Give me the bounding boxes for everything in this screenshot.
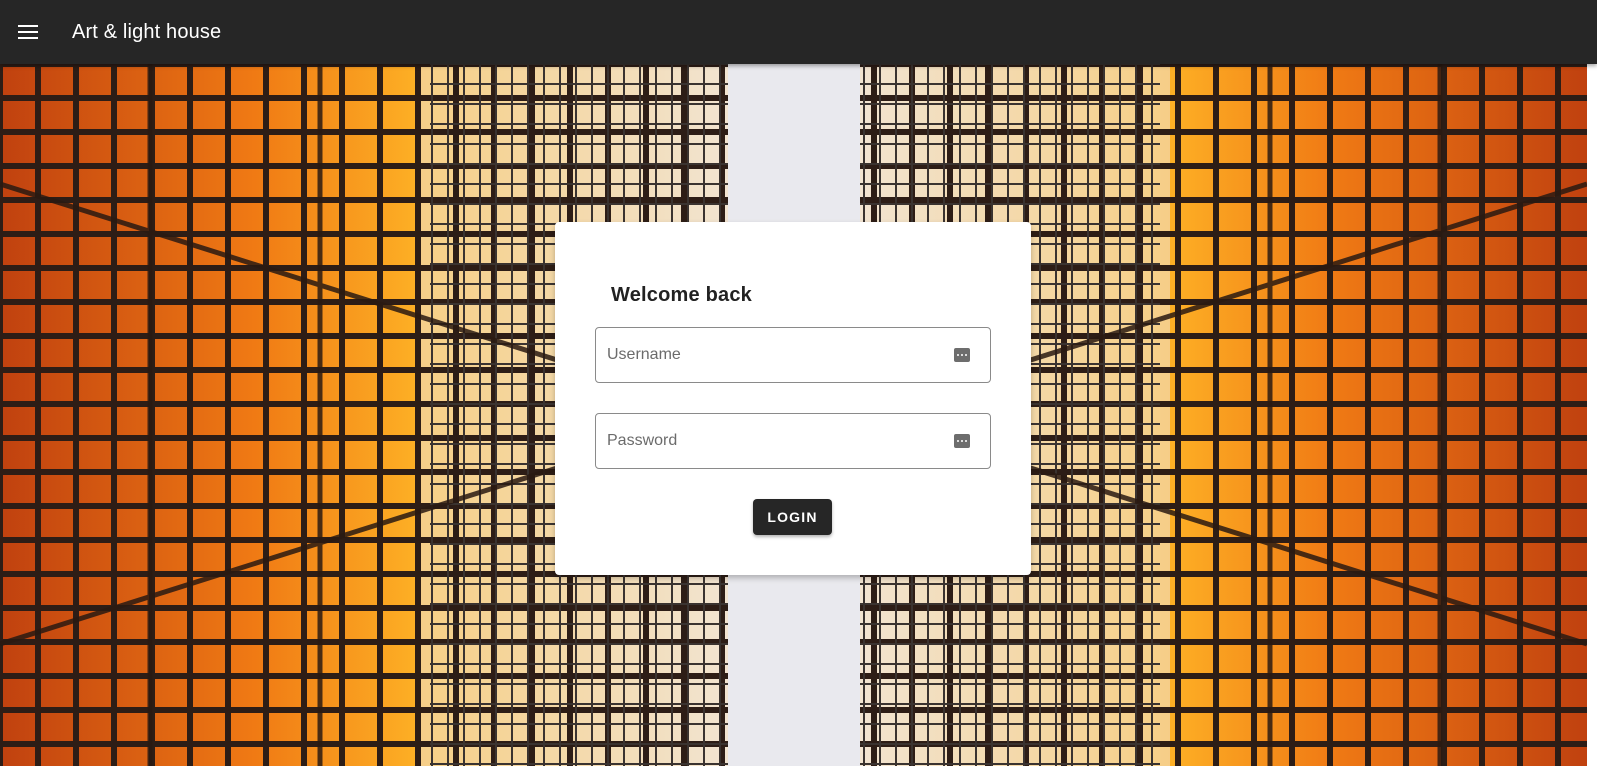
page-scrollbar[interactable]: [1587, 64, 1597, 766]
username-input[interactable]: [596, 328, 954, 382]
app-title: Art & light house: [72, 20, 222, 43]
login-heading: Welcome back: [611, 284, 752, 306]
login-card: Welcome back LOGIN: [555, 222, 1031, 575]
password-dots-icon: [954, 348, 970, 362]
username-field[interactable]: [595, 327, 991, 383]
password-input[interactable]: [596, 414, 954, 468]
menu-button[interactable]: [0, 0, 56, 64]
app-bar: Art & light house: [0, 0, 1597, 64]
password-dots-icon: [954, 434, 970, 448]
menu-icon: [18, 25, 38, 39]
login-button[interactable]: LOGIN: [753, 499, 832, 535]
password-field[interactable]: [595, 413, 991, 469]
